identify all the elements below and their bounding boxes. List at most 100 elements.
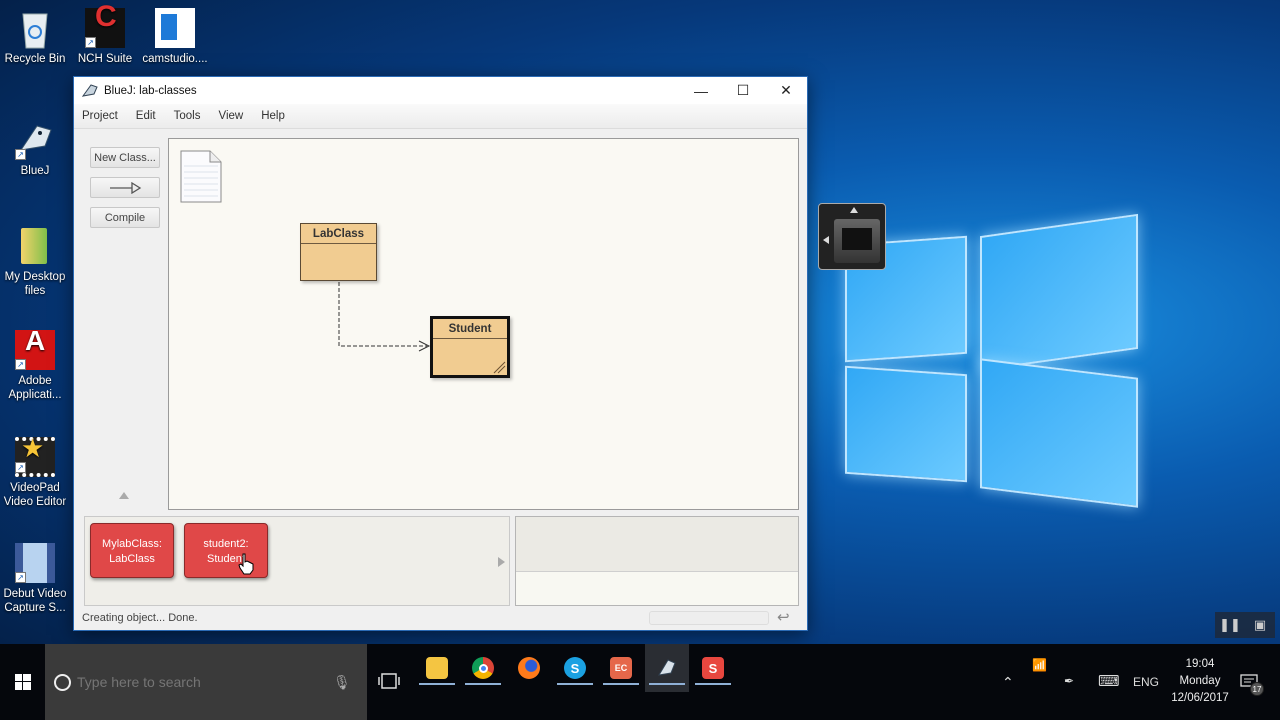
desktop-icon-nch-suite[interactable]: C ↗ NCH Suite [70, 2, 140, 66]
desktop-icon-videopad[interactable]: ★ ↗ VideoPad Video Editor [0, 435, 70, 509]
object-name: student2: [203, 538, 249, 550]
task-view-icon[interactable] [378, 672, 400, 690]
title-bar[interactable]: BlueJ: lab-classes — ☐ ✕ [74, 77, 807, 104]
widget-up-arrow-icon[interactable] [850, 207, 858, 213]
start-button[interactable] [0, 644, 45, 720]
shortcut-arrow-icon: ↗ [15, 572, 26, 583]
class-box-student[interactable]: Student [430, 316, 510, 378]
clock-date: 12/06/2017 [1171, 692, 1229, 704]
desktop-icon-label: Adobe Applicati... [8, 375, 62, 401]
skype-icon: S [564, 657, 586, 679]
close-button[interactable]: ✕ [765, 77, 807, 104]
shortcut-arrow-icon: ↗ [15, 359, 26, 370]
notification-count-badge: 17 [1250, 682, 1264, 696]
document-icon [155, 8, 195, 48]
desktop-icon-adobe[interactable]: A ↗ Adobe Applicati... [0, 327, 70, 402]
taskbar: 🎙 S EC S 📶 ⌃ ✒ ⌨ ENG 19:04 Monday 12/06/… [0, 644, 1280, 720]
taskbar-app-bluej[interactable] [645, 644, 689, 692]
desktop-icon-label: My Desktop files [4, 271, 66, 297]
desktop-icon-debut[interactable]: ↗ Debut Video Capture S... [0, 543, 70, 615]
chrome-icon [472, 657, 494, 679]
class-name: LabClass [301, 224, 376, 244]
reset-vm-icon[interactable]: ↩ [777, 608, 790, 626]
class-diagram-canvas[interactable]: LabClass Student [168, 138, 799, 510]
menu-edit[interactable]: Edit [136, 110, 156, 122]
object-name: MylabClass: [102, 538, 162, 550]
screen-button[interactable]: ▣ [1245, 612, 1275, 638]
windows-logo-icon [14, 674, 31, 690]
taskbar-app-skype[interactable]: S [553, 644, 597, 692]
menu-project[interactable]: Project [82, 110, 118, 122]
codepad-input[interactable] [516, 572, 798, 605]
network-icon[interactable]: 📶 [1032, 658, 1047, 672]
close-icon: ✕ [780, 82, 792, 98]
class-box-labclass[interactable]: LabClass [300, 223, 377, 281]
bluej-icon [658, 659, 676, 676]
menu-tools[interactable]: Tools [174, 110, 201, 122]
shortcut-arrow-icon: ↗ [85, 37, 96, 48]
adobe-icon: A ↗ [15, 327, 55, 370]
clock-time: 19:04 [1185, 658, 1215, 670]
window-title: BlueJ: lab-classes [104, 84, 197, 97]
resize-handle-icon[interactable] [492, 360, 506, 374]
widget-left-arrow-icon[interactable] [823, 236, 829, 244]
action-center-button[interactable]: 17 [1240, 674, 1264, 696]
pen-icon[interactable]: ✒ [1064, 674, 1074, 688]
desktop-icon-label: Recycle Bin [4, 53, 66, 65]
presentation-icon: EC [610, 657, 632, 679]
clock[interactable]: 19:04 Monday 12/06/2017 [1165, 656, 1235, 707]
desktop-icon-recycle-bin[interactable]: Recycle Bin [0, 8, 70, 66]
language-indicator[interactable]: ENG [1133, 675, 1159, 689]
object-type: LabClass [109, 553, 155, 565]
bluej-icon: ↗ [15, 120, 55, 160]
scroll-right-arrow-icon[interactable] [498, 557, 505, 567]
search-box[interactable]: 🎙 [45, 644, 367, 720]
taskbar-app-nch[interactable]: S [691, 644, 735, 692]
cortana-icon [54, 673, 71, 691]
menu-view[interactable]: View [218, 110, 243, 122]
object-mylabclass[interactable]: MylabClass: LabClass [90, 523, 174, 578]
pause-button[interactable]: ❚❚ [1215, 612, 1245, 638]
desktop-icon-camstudio[interactable]: camstudio.... [140, 8, 210, 66]
class-name: Student [433, 319, 507, 339]
desktop-icon-label: NCH Suite [77, 53, 133, 65]
hand-cursor-icon [238, 553, 254, 575]
show-hidden-icons-chevron-icon[interactable]: ⌃ [1002, 674, 1014, 691]
taskbar-app-chrome[interactable] [461, 644, 505, 692]
debut-icon: ↗ [15, 543, 55, 583]
taskbar-app-powerpoint[interactable]: EC [599, 644, 643, 692]
recycle-bin-icon [15, 8, 55, 49]
desktop-icon-bluej[interactable]: ↗ BlueJ [0, 120, 70, 178]
microphone-icon[interactable]: 🎙 [333, 674, 351, 691]
nch-suite-icon: C ↗ [85, 2, 125, 48]
taskbar-app-file-explorer[interactable] [415, 644, 459, 692]
codepad-output [516, 517, 798, 572]
keyboard-icon[interactable]: ⌨ [1098, 672, 1120, 690]
menu-help[interactable]: Help [261, 110, 285, 122]
menu-bar: Project Edit Tools View Help [74, 104, 807, 129]
search-input[interactable] [77, 674, 327, 690]
desktop-icon-label: BlueJ [20, 165, 50, 177]
object-bench: MylabClass: LabClass student2: Student [84, 516, 510, 606]
shortcut-arrow-icon: ↗ [15, 462, 26, 473]
scroll-up-arrow-icon[interactable] [119, 492, 129, 499]
firefox-icon [518, 657, 540, 679]
minimize-button[interactable]: — [680, 77, 722, 104]
desktop-icon-label: camstudio.... [142, 53, 208, 65]
bluej-window: BlueJ: lab-classes — ☐ ✕ Project Edit To… [73, 76, 808, 631]
recorder-controls: ❚❚ ▣ [1215, 612, 1275, 638]
desktop-icon-label: VideoPad Video Editor [3, 482, 67, 508]
clock-day: Monday [1179, 675, 1221, 687]
object-student2[interactable]: student2: Student [184, 523, 268, 578]
desktop-icon-my-desktop-files[interactable]: My Desktop files [0, 226, 70, 298]
uses-arrow-button[interactable] [90, 177, 160, 198]
maximize-button[interactable]: ☐ [722, 77, 764, 104]
floating-recorder-widget[interactable] [818, 203, 886, 270]
vm-progress-bar [649, 611, 769, 625]
new-class-button[interactable]: New Class... [90, 147, 160, 168]
compile-button[interactable]: Compile [90, 207, 160, 228]
tool-column: New Class... Compile [90, 147, 160, 237]
codepad[interactable] [515, 516, 799, 606]
taskbar-app-firefox[interactable] [507, 644, 551, 692]
dependency-arrow-icon [110, 181, 142, 194]
